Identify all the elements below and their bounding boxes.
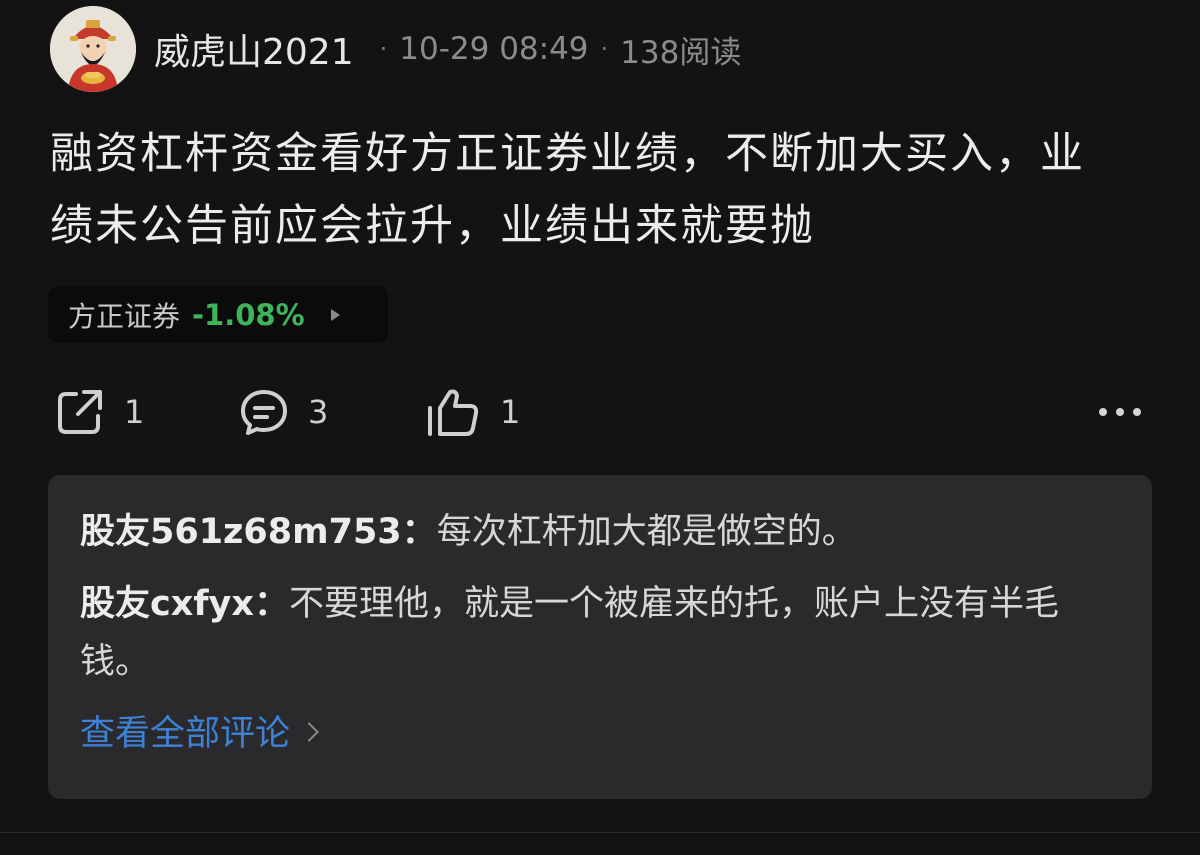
share-icon <box>58 390 102 434</box>
post-card: 威虎山2021 · 10-29 08:49 · 138阅读 融资杠杆资金看好方正… <box>0 0 1200 855</box>
post-header: 威虎山2021 · 10-29 08:49 · 138阅读 <box>50 6 741 92</box>
like-count: 1 <box>500 393 521 431</box>
view-all-comments-link[interactable]: 查看全部评论 <box>80 705 1120 756</box>
comment-colon: ： <box>401 512 437 552</box>
meta-separator: · <box>600 35 609 63</box>
read-count: 138阅读 <box>620 34 742 71</box>
more-button[interactable] <box>1090 392 1150 432</box>
view-all-label: 查看全部评论 <box>80 714 291 754</box>
comment-item[interactable]: 股友cxfyx：不要理他，就是一个被雇来的托，账户上没有半毛钱。 <box>80 575 1120 691</box>
comment-author[interactable]: 股友cxfyx <box>80 584 254 624</box>
stock-name: 方正证券 <box>68 299 181 333</box>
comment-count: 3 <box>308 393 329 431</box>
share-button[interactable]: 1 <box>54 382 144 442</box>
meta-separator: · <box>379 35 388 63</box>
comment-text: 每次杠杆加大都是做空的。 <box>436 512 857 552</box>
comment-author[interactable]: 股友561z68m753 <box>80 512 402 552</box>
divider <box>0 832 1200 833</box>
comment-button[interactable]: 3 <box>238 382 328 442</box>
username[interactable]: 威虎山2021 <box>154 23 354 75</box>
more-icon <box>1099 408 1141 416</box>
stock-chip[interactable]: 方正证券 -1.08% <box>48 286 388 343</box>
like-button[interactable]: 1 <box>426 382 520 442</box>
thumbs-up-icon <box>428 389 479 436</box>
comment-icon <box>241 390 287 435</box>
post-content[interactable]: 融资杠杆资金看好方正证券业绩，不断加大买入，业绩未公告前应会拉升，业绩出来就要抛 <box>50 118 1110 262</box>
action-bar: 1 3 1 <box>50 382 1150 442</box>
chevron-right-icon <box>299 721 319 742</box>
stock-change: -1.08% <box>192 297 305 332</box>
post-meta: · 10-29 08:49 · 138阅读 <box>368 27 742 72</box>
share-count: 1 <box>124 393 145 431</box>
comment-item[interactable]: 股友561z68m753：每次杠杆加大都是做空的。 <box>80 503 1120 561</box>
comments-preview: 股友561z68m753：每次杠杆加大都是做空的。 股友cxfyx：不要理他，就… <box>48 475 1152 799</box>
caishen-avatar-icon <box>50 6 136 92</box>
comment-colon: ： <box>253 584 289 624</box>
post-time: 10-29 08:49 <box>399 31 589 67</box>
chevron-right-icon <box>330 308 340 321</box>
user-avatar[interactable] <box>50 6 136 92</box>
